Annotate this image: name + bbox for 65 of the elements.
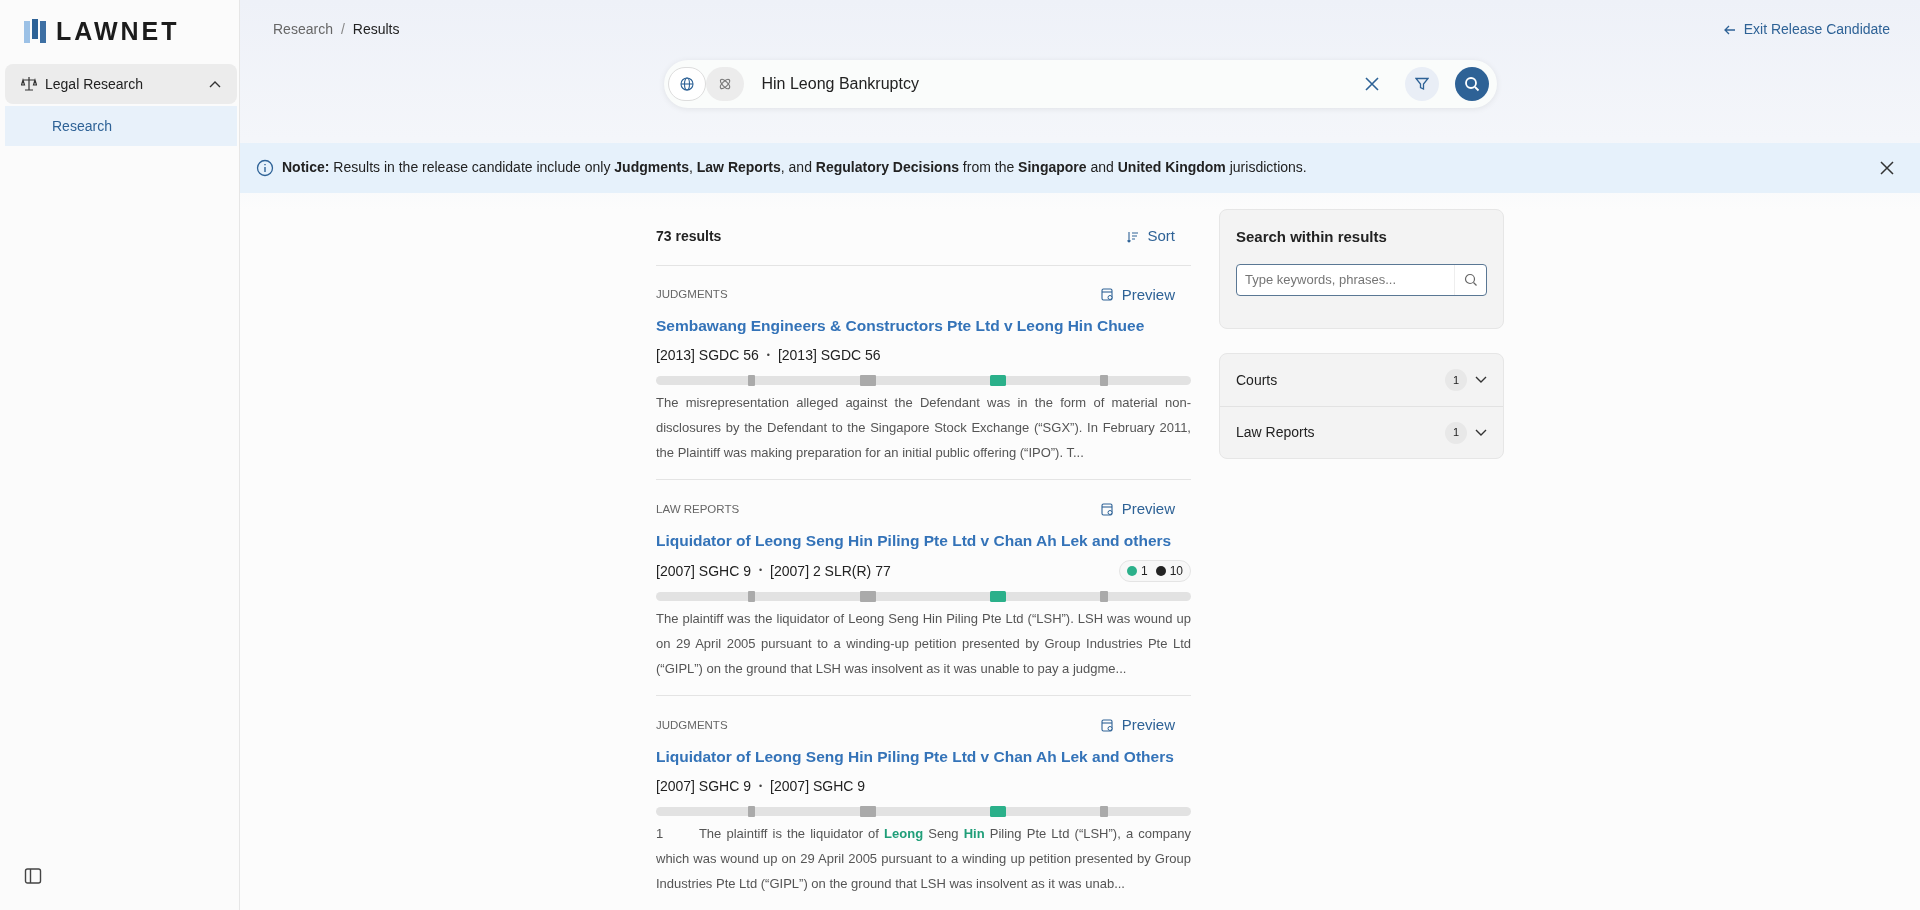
citation: [2013] SGDC 56 <box>777 346 881 366</box>
breadcrumb-separator: / <box>340 20 345 40</box>
result-title-link[interactable]: Liquidator of Leong Seng Hin Piling Pte Ltd v Chan Ah Lek and others <box>656 529 1172 553</box>
citation: [2007] SGHC 9 <box>770 777 866 796</box>
result-snippet: The misrepresentation alleged against the Defendant was in the form of material non-disclosures by the Defendant to the Singapore Stock Exchange (“SGX”). In February 2011, the Plaintiff was making preparation for an initial public offering (“IPO”). T... <box>656 394 1191 463</box>
search-button[interactable] <box>1454 67 1489 102</box>
chevron-up-icon <box>209 80 221 88</box>
search-bar[interactable]: Hin Leong Bankruptcy <box>663 60 1497 109</box>
result-count: 73 results <box>656 227 722 247</box>
close-icon <box>1364 77 1379 92</box>
search-icon <box>1463 273 1478 288</box>
search-within-input[interactable]: Type keywords, phrases... <box>1237 270 1454 290</box>
search-field[interactable]: Hin Leong Bankruptcy <box>759 71 1347 98</box>
separator-dot: • <box>758 779 763 793</box>
sidebar-group[interactable]: Legal Research <box>5 64 237 104</box>
preview-button[interactable]: Preview <box>1100 283 1175 307</box>
search-icon <box>1463 76 1480 93</box>
atom-icon <box>717 77 732 92</box>
notice-text: Notice: Results in the release candidate include only Judgments, Law Reports, and Regulatory Decisions from the Singapore and United Kingdom jurisdictions. <box>282 158 1307 178</box>
preview-icon <box>1100 719 1114 732</box>
citation: [2007] SGHC 9 <box>656 777 751 796</box>
sidebar-item[interactable]: Research <box>5 106 237 146</box>
info-icon <box>256 158 274 177</box>
citation: [2007] 2 SLR(R) 77 <box>770 561 891 581</box>
panel-toggle-icon[interactable] <box>24 867 42 886</box>
panel-title: Search within results <box>1236 226 1388 247</box>
filter-icon <box>1414 77 1429 92</box>
result-title-link[interactable]: Sembawang Engineers & Constructors Pte Ltd v Leong Hin Chuee <box>656 314 1145 338</box>
exit-release-candidate-link[interactable]: Exit Release Candidate <box>1723 19 1890 41</box>
count-value: 1 <box>1140 563 1148 581</box>
separator-dot: • <box>758 564 763 578</box>
scales-icon <box>21 76 37 92</box>
citation: [2007] SGHC 9 <box>656 561 751 581</box>
filter-button[interactable] <box>1404 67 1439 102</box>
separator-dot: • <box>766 349 770 363</box>
search-within-field[interactable]: Type keywords, phrases... <box>1236 264 1487 297</box>
brand-name: LAWNET <box>56 16 180 48</box>
category-label: LAW REPORTS <box>656 502 740 518</box>
preview-icon <box>1100 503 1114 517</box>
globe-icon <box>679 77 694 92</box>
preview-button[interactable]: Preview <box>1100 498 1175 521</box>
count-value: 10 <box>1169 563 1183 581</box>
facet-count: 1 <box>1445 369 1467 392</box>
close-icon <box>1880 160 1894 175</box>
breadcrumb-current: Results <box>352 20 400 40</box>
arrow-left-icon <box>1723 24 1736 35</box>
facet-toggle[interactable]: Law Reports 1 <box>1220 406 1503 459</box>
search-mode-toggle[interactable] <box>667 67 706 102</box>
facet-count: 1 <box>1445 421 1467 444</box>
facet-toggle[interactable]: Courts 1 <box>1220 354 1503 407</box>
chevron-down-icon <box>1475 428 1487 437</box>
citation: [2013] SGDC 56 <box>656 346 759 366</box>
preview-icon <box>1100 288 1114 302</box>
breadcrumb-link[interactable]: Research <box>273 19 333 41</box>
result-snippet: 1 The plaintiff is the liquidator of Leong Seng Hin Piling Pte Ltd (“LSH”), a company which was wound up on 29 April 2005 pursuant to a winding up petition presented by Group Industries Pte Ltd (“GIPL”) on the ground that LSH was insolvent as it was unab... <box>656 825 1191 893</box>
sort-button[interactable]: Sort <box>1127 225 1175 248</box>
category-label: JUDGMENTS <box>656 287 728 303</box>
logo-icon <box>24 19 48 45</box>
search-mode-toggle[interactable] <box>705 67 744 102</box>
chevron-down-icon <box>1475 376 1487 385</box>
result-snippet: The plaintiff was the liquidator of Leong Seng Hin Piling Pte Ltd (“LSH”). LSH was wound up on 29 April 2005 pursuant to a winding-up petition presented by Group Industries Pte Ltd (“GIPL”) on the ground that LSH was insolvent as it was unable to pay a judgme... <box>656 610 1191 679</box>
result-title-link[interactable]: Liquidator of Leong Seng Hin Piling Pte Ltd v Chan Ah Lek and Others <box>656 744 1174 768</box>
sort-icon <box>1127 230 1140 243</box>
preview-button[interactable]: Preview <box>1100 714 1175 737</box>
category-label: JUDGMENTS <box>656 717 728 733</box>
